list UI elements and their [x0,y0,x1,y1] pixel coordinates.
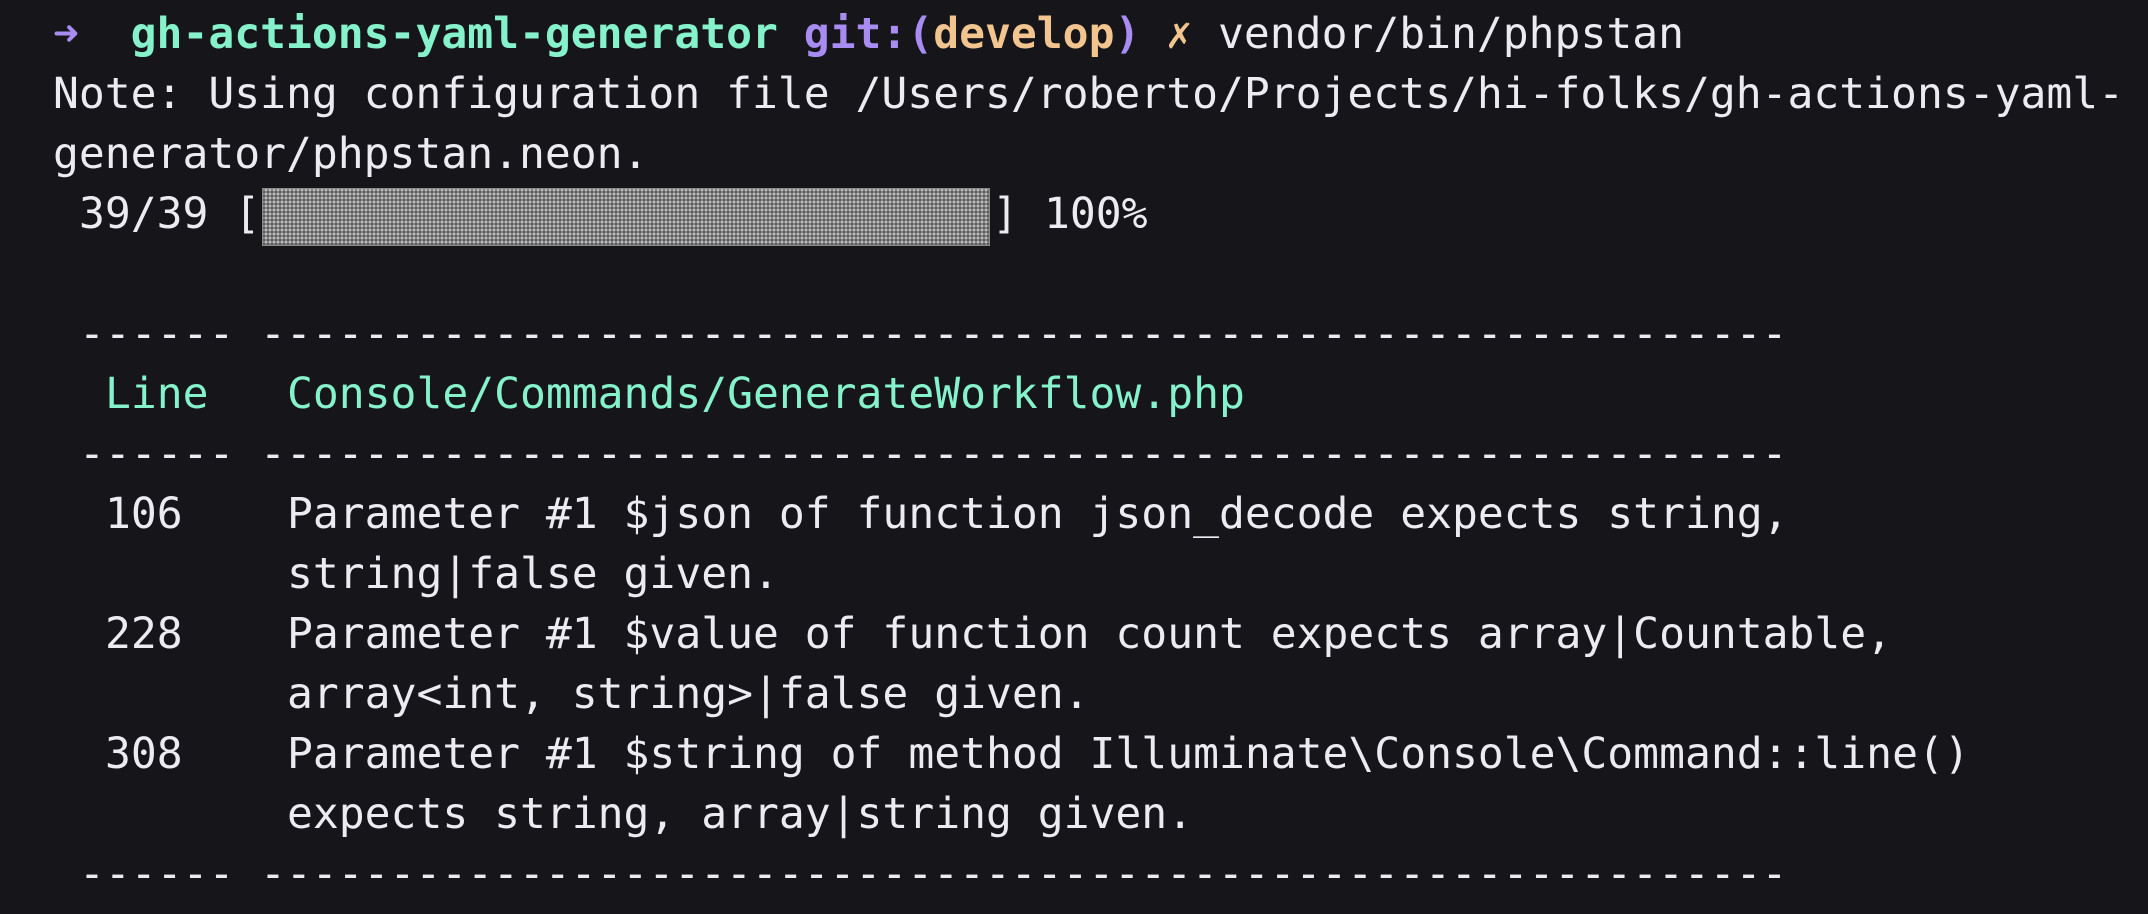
table-separator-bottom-long: ----------------------------------------… [260,849,1788,899]
git-branch: develop [933,9,1115,59]
terminal-window[interactable]: ➜ gh-actions-yaml-generator git:(develop… [0,0,2148,914]
progress-close-bracket: ] [992,189,1019,239]
table-separator-bottom-short: ------ [79,849,235,899]
note-line-2: generator/phpstan.neon. [53,129,649,179]
progress-percent: 100% [1044,189,1148,239]
dirty-marker-icon: ✗ [1166,9,1193,59]
prompt-line: ➜ gh-actions-yaml-generator git:(develop… [53,4,1684,64]
prompt-directory: gh-actions-yaml-generator [130,9,778,59]
command-text: vendor/bin/phpstan [1218,9,1685,59]
table-row-message: Parameter #1 $string of method Illuminat… [287,729,1970,779]
prompt-arrow-icon: ➜ [53,9,79,59]
note-line-1: Note: Using configuration file /Users/ro… [53,69,2125,119]
progress-count: 39/39 [79,189,209,239]
table-row-message-continued: string|false given. [287,549,779,599]
table-separator-header-long: ----------------------------------------… [260,429,1788,479]
git-prefix: git:( [803,9,934,59]
table-row-message: Parameter #1 $json of function json_deco… [287,489,1789,539]
table-row-message-continued: array<int, string>|false given. [287,669,1090,719]
git-suffix: ) [1114,9,1141,59]
table-row-line-number: 228 [105,609,183,659]
progress-bar [262,187,991,246]
table-header-file: Console/Commands/GenerateWorkflow.php [287,369,1245,419]
table-header-line: Line [105,369,209,419]
table-separator-header-short: ------ [79,429,235,479]
table-row-message: Parameter #1 $value of function count ex… [287,609,1893,659]
table-row-line-number: 106 [105,489,183,539]
progress-open-bracket: [ [234,189,261,239]
table-separator-top-short: ------ [79,309,235,359]
table-row-message-continued: expects string, array|string given. [287,789,1194,839]
table-separator-top-long: ----------------------------------------… [260,309,1788,359]
progress-line: 39/39 [] 100% [79,184,1148,246]
table-row-line-number: 308 [105,729,183,779]
